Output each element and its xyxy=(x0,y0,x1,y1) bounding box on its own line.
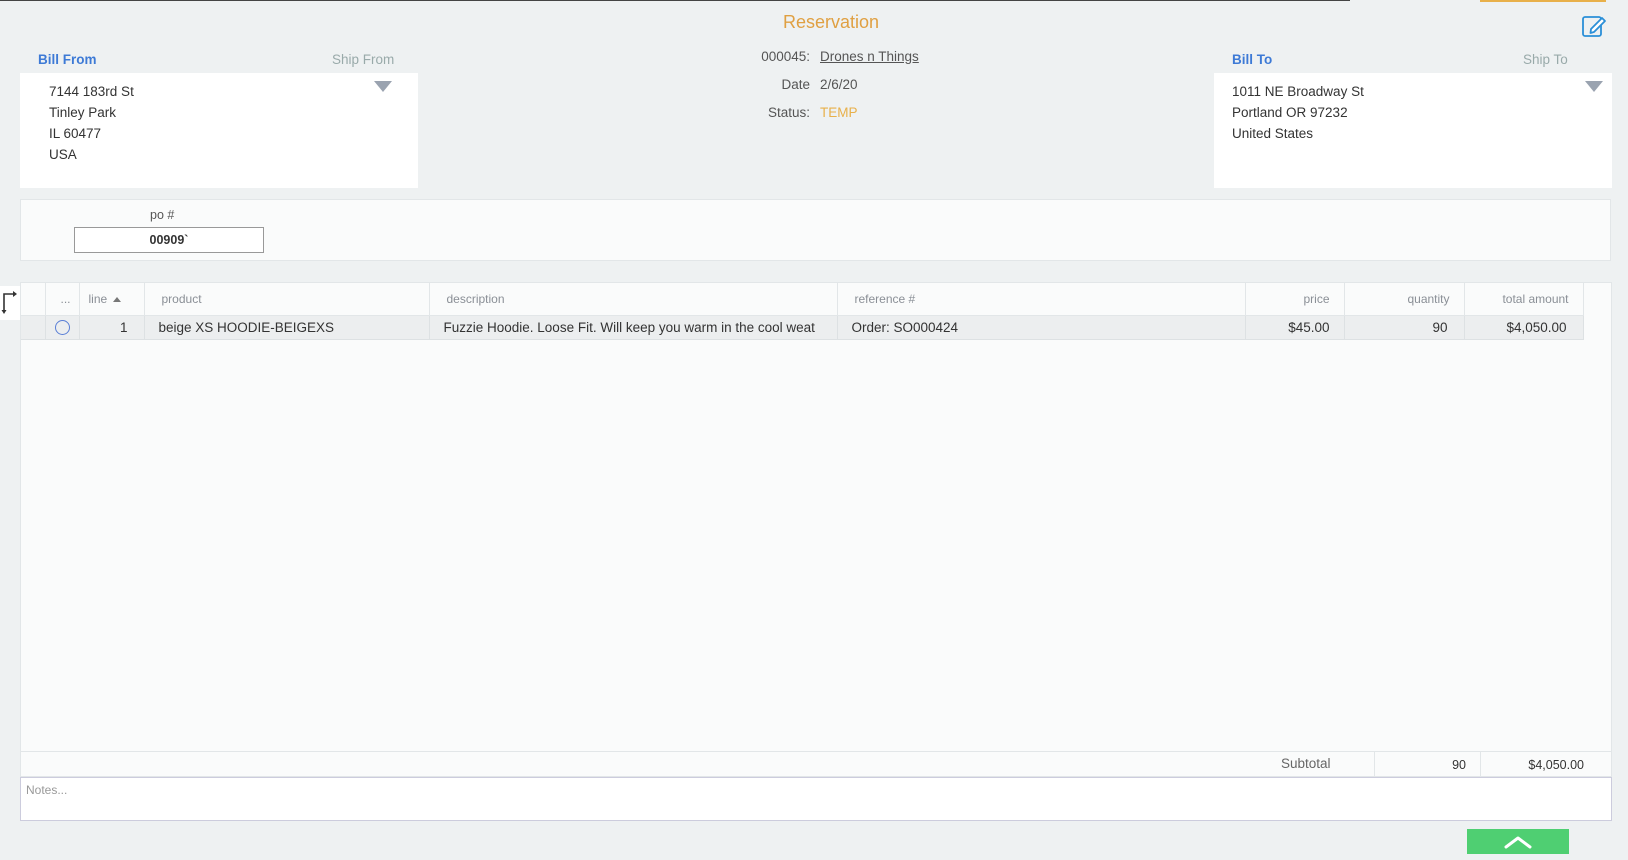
row-select-cell[interactable] xyxy=(45,315,80,340)
column-spacer xyxy=(21,283,46,316)
address-line: Tinley Park xyxy=(49,105,117,120)
po-panel: po # xyxy=(20,199,1611,261)
date-label: Date xyxy=(781,76,810,92)
sort-ascending-icon xyxy=(113,297,122,303)
ship-to-tab[interactable]: Ship To xyxy=(1523,52,1568,67)
bill-from-label: Bill From xyxy=(38,52,97,67)
cell-line: 1 xyxy=(79,315,145,340)
column-description[interactable]: description xyxy=(429,283,838,316)
subtotal-amount: $4,050.00 xyxy=(1480,752,1598,776)
collapse-button[interactable] xyxy=(1467,829,1569,854)
table-row[interactable]: 1 beige XS HOODIE-BEIGEXS Fuzzie Hoodie.… xyxy=(21,315,1584,340)
column-total-amount[interactable]: total amount xyxy=(1464,283,1584,316)
notes-field[interactable] xyxy=(20,777,1612,821)
cell-product[interactable]: beige XS HOODIE-BEIGEXS xyxy=(144,315,430,340)
column-quantity[interactable]: quantity xyxy=(1344,283,1465,316)
chevron-down-icon[interactable] xyxy=(374,81,392,92)
row-spacer xyxy=(21,315,46,340)
page-title: Reservation xyxy=(782,12,880,32)
column-line-label: line xyxy=(88,291,108,306)
cell-quantity[interactable]: 90 xyxy=(1344,315,1465,340)
column-product[interactable]: product xyxy=(144,283,430,316)
address-line: 1011 NE Broadway St xyxy=(1232,84,1364,99)
bill-to-label: Bill To xyxy=(1232,52,1273,67)
company-link[interactable]: Drones n Things xyxy=(820,49,919,64)
address-line: Portland OR 97232 xyxy=(1232,105,1348,120)
subtotal-bar: Subtotal 90 $4,050.00 xyxy=(20,751,1612,777)
column-price[interactable]: price xyxy=(1245,283,1345,316)
line-items-table: ... line product description reference #… xyxy=(21,283,1584,340)
date-value: 2/6/20 xyxy=(820,76,858,92)
row-select-radio[interactable] xyxy=(54,319,70,335)
line-items-grid: ... line product description reference #… xyxy=(20,282,1612,752)
address-line: USA xyxy=(49,147,77,162)
address-line: United States xyxy=(1232,126,1314,141)
column-reference[interactable]: reference # xyxy=(837,283,1246,316)
po-number-input[interactable] xyxy=(74,227,264,253)
top-divider xyxy=(0,0,1350,1)
chevron-up-icon xyxy=(1504,836,1532,848)
top-accent-bar xyxy=(1480,0,1606,2)
bill-to-address: 1011 NE Broadway St Portland OR 97232 Un… xyxy=(1214,73,1612,188)
status-label: Status: xyxy=(767,104,810,120)
subtotal-label: Subtotal xyxy=(1281,756,1331,771)
bill-to-header: Bill To Ship To xyxy=(1232,52,1592,70)
po-label: po # xyxy=(150,208,175,222)
column-menu[interactable]: ... xyxy=(45,283,80,316)
bill-from-address: 7144 183rd St Tinley Park IL 60477 USA xyxy=(20,73,418,188)
cell-total: $4,050.00 xyxy=(1464,315,1584,340)
cell-description[interactable]: Fuzzie Hoodie. Loose Fit. Will keep you … xyxy=(429,315,838,340)
reservation-meta: 000045: Drones n Things Date 2/6/20 Stat… xyxy=(740,42,919,126)
cell-price[interactable]: $45.00 xyxy=(1245,315,1345,340)
column-line[interactable]: line xyxy=(79,283,145,316)
ship-from-tab[interactable]: Ship From xyxy=(332,52,394,67)
address-line: IL 60477 xyxy=(49,126,102,141)
cell-reference[interactable]: Order: SO000424 xyxy=(837,315,1246,340)
address-line: 7144 183rd St xyxy=(49,84,134,99)
subtotal-quantity: 90 xyxy=(1374,752,1480,776)
status-badge: TEMP xyxy=(820,104,858,120)
column-toggle-icon[interactable] xyxy=(0,286,20,320)
bill-from-header: Bill From Ship From xyxy=(38,52,398,70)
table-header-row: ... line product description reference #… xyxy=(21,283,1584,316)
chevron-down-icon[interactable] xyxy=(1585,81,1603,92)
reservation-id: 000045: xyxy=(761,48,810,64)
